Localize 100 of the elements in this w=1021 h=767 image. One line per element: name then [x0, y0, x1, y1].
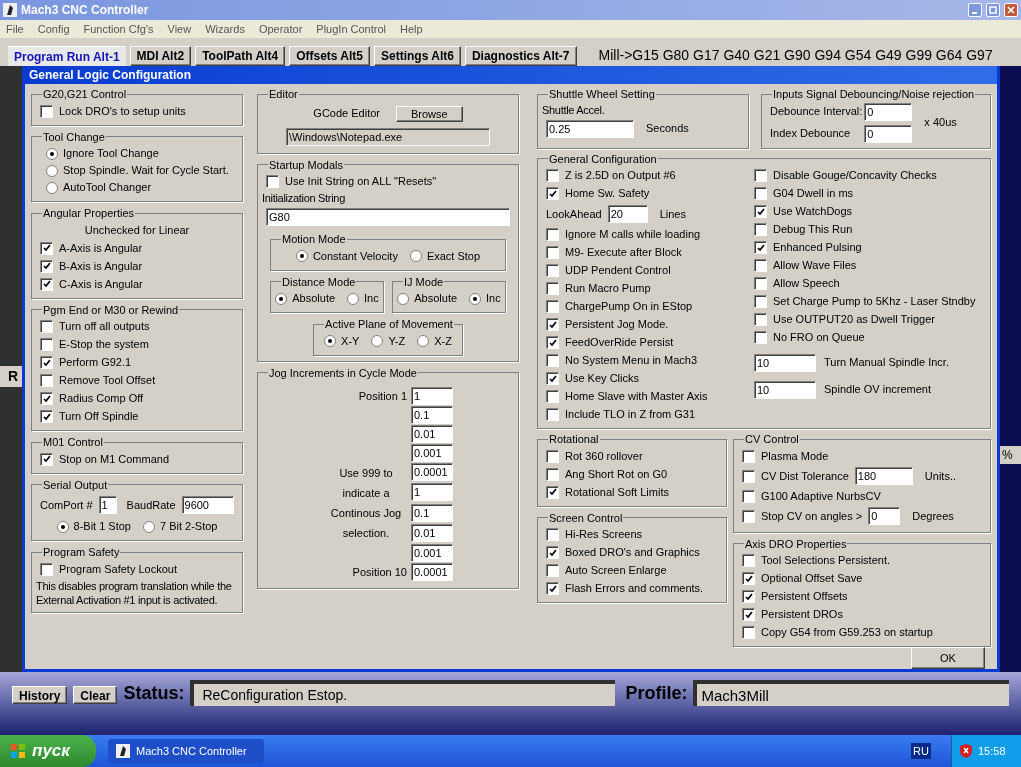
checkbox[interactable] — [40, 241, 53, 255]
checkbox[interactable] — [40, 259, 53, 273]
tab[interactable]: ToolPath Alt4 — [195, 46, 286, 66]
radio-button[interactable] — [143, 520, 155, 533]
input-field[interactable]: 1 — [411, 483, 453, 502]
checkbox[interactable] — [546, 169, 559, 182]
checkbox[interactable] — [40, 410, 53, 423]
input-field[interactable]: 0.25 — [546, 119, 634, 138]
radio-button[interactable] — [409, 250, 422, 262]
checkbox[interactable] — [546, 485, 559, 499]
input-field[interactable]: 180 — [854, 467, 913, 485]
checkbox[interactable] — [754, 313, 767, 326]
checkbox[interactable] — [742, 509, 755, 523]
taskbar-button[interactable]: Mach3 CNC Controller — [108, 739, 264, 763]
radio-button[interactable] — [371, 335, 384, 347]
checkbox[interactable] — [40, 392, 53, 405]
checkbox[interactable] — [742, 554, 755, 567]
radio-button[interactable] — [46, 147, 58, 160]
radio-button[interactable] — [397, 292, 410, 305]
input-field[interactable]: 10 — [754, 380, 816, 399]
tab[interactable]: MDI Alt2 — [129, 46, 192, 66]
radio-button[interactable] — [347, 292, 360, 305]
input-field[interactable]: 0.0001 — [411, 563, 453, 581]
checkbox[interactable] — [40, 104, 53, 118]
checkbox[interactable] — [742, 572, 755, 585]
checkbox[interactable] — [40, 356, 53, 369]
minimize-button[interactable] — [968, 3, 982, 17]
checkbox[interactable] — [742, 489, 755, 503]
checkbox[interactable] — [546, 528, 559, 541]
checkbox[interactable] — [546, 546, 559, 559]
history-button[interactable]: History — [12, 686, 68, 704]
checkbox[interactable] — [742, 590, 755, 603]
input-field[interactable]: 0.001 — [411, 444, 453, 462]
menu-item[interactable]: Wizards — [205, 20, 245, 38]
checkbox[interactable] — [742, 449, 755, 463]
checkbox[interactable] — [546, 246, 559, 259]
menu-item[interactable]: Operator — [258, 20, 303, 38]
checkbox[interactable] — [546, 449, 559, 463]
checkbox[interactable] — [546, 336, 559, 349]
radio-button[interactable] — [275, 292, 288, 305]
input-field[interactable]: 0.1 — [411, 406, 453, 424]
checkbox[interactable] — [40, 338, 53, 351]
input-field[interactable]: 0.001 — [411, 544, 453, 562]
input-field[interactable]: G80 — [266, 208, 510, 226]
menu-item[interactable]: Function Cfg's — [83, 20, 154, 38]
checkbox[interactable] — [546, 390, 559, 403]
language-indicator[interactable]: RU — [911, 742, 931, 760]
menu-item[interactable]: Config — [37, 20, 70, 38]
checkbox[interactable] — [754, 241, 767, 254]
radio-button[interactable] — [417, 335, 430, 347]
checkbox[interactable] — [546, 467, 559, 481]
checkbox[interactable] — [546, 282, 559, 295]
checkbox[interactable] — [546, 318, 559, 331]
checkbox[interactable] — [40, 320, 53, 333]
checkbox[interactable] — [742, 608, 755, 621]
checkbox[interactable] — [754, 187, 767, 200]
checkbox[interactable] — [546, 582, 559, 595]
tab[interactable]: Settings Alt6 — [374, 46, 461, 66]
checkbox[interactable] — [546, 372, 559, 385]
checkbox[interactable] — [546, 187, 559, 200]
menu-item[interactable]: PlugIn Control — [316, 20, 387, 38]
checkbox[interactable] — [754, 223, 767, 236]
checkbox[interactable] — [742, 469, 755, 483]
maximize-button[interactable] — [986, 3, 1000, 17]
checkbox[interactable] — [546, 228, 559, 241]
checkbox[interactable] — [546, 564, 559, 577]
checkbox[interactable] — [754, 277, 767, 290]
input-field[interactable]: 20 — [607, 205, 648, 223]
checkbox[interactable] — [754, 295, 767, 308]
checkbox[interactable] — [546, 300, 559, 313]
tab[interactable]: Diagnostics Alt-7 — [464, 46, 577, 66]
checkbox[interactable] — [266, 175, 279, 188]
input-field[interactable]: 9600 — [181, 496, 234, 514]
checkbox[interactable] — [40, 374, 53, 387]
close-button[interactable] — [1004, 3, 1018, 17]
checkbox[interactable] — [546, 354, 559, 367]
tab[interactable]: Program Run Alt-1 — [8, 46, 126, 66]
input-field[interactable]: 0.0001 — [411, 463, 453, 481]
ok-button[interactable]: OK — [911, 647, 985, 669]
menu-item[interactable]: View — [167, 20, 192, 38]
checkbox[interactable] — [40, 562, 53, 576]
radio-button[interactable] — [469, 292, 482, 305]
menu-item[interactable]: File — [6, 20, 24, 38]
radio-button[interactable] — [46, 181, 58, 194]
browse-button[interactable]: Browse — [396, 105, 463, 122]
input-field[interactable]: 0.01 — [411, 425, 453, 443]
input-field[interactable]: 10 — [754, 353, 816, 372]
input-field[interactable]: 0.01 — [411, 523, 453, 542]
checkbox[interactable] — [754, 205, 767, 218]
radio-button[interactable] — [295, 250, 308, 262]
checkbox[interactable] — [754, 169, 767, 182]
menu-item[interactable]: Help — [400, 20, 423, 38]
input-field[interactable]: 1 — [411, 387, 453, 405]
checkbox[interactable] — [40, 452, 53, 466]
radio-button[interactable] — [56, 520, 69, 533]
checkbox[interactable] — [40, 277, 53, 291]
input-field[interactable]: 0 — [868, 507, 901, 525]
checkbox[interactable] — [546, 264, 559, 277]
input-field[interactable]: 0 — [864, 102, 913, 121]
tab[interactable]: Offsets Alt5 — [289, 46, 371, 66]
